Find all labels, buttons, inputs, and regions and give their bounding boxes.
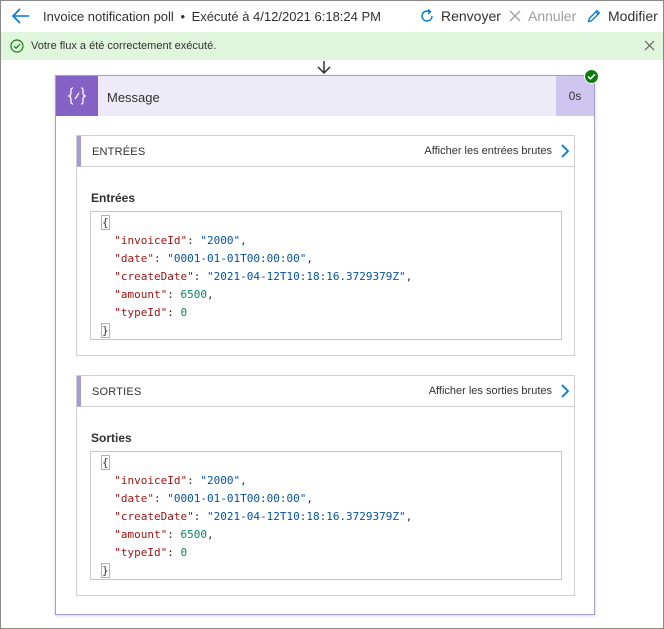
json-value: "2021-04-12T10:18:16.3729379Z" — [206, 270, 406, 283]
dismiss-icon[interactable] — [644, 40, 655, 51]
json-value: "0001-01-01T00:00:00" — [167, 252, 307, 265]
json-value: 6500 — [180, 528, 207, 541]
json-close-brace: } — [101, 563, 110, 578]
back-arrow-icon[interactable] — [11, 7, 31, 25]
check-circle-icon — [10, 39, 24, 53]
banner-message: Votre flux a été correctement exécuté. — [31, 40, 217, 52]
outputs-section: SORTIES Afficher les sorties brutes Sort… — [76, 375, 575, 596]
run-info: Exécuté à 4/12/2021 6:18:24 PM — [191, 9, 381, 24]
refresh-icon — [421, 8, 433, 22]
inputs-section-header: ENTRÉES Afficher les entrées brutes — [77, 136, 574, 167]
action-title: Message — [107, 90, 160, 105]
json-value: 0 — [180, 546, 188, 559]
json-open-brace: { — [101, 455, 110, 470]
page-title: Invoice notification poll • Exécuté à 4/… — [43, 9, 381, 24]
inputs-label: Entrées — [91, 191, 136, 205]
resubmit-label: Renvoyer — [441, 8, 501, 24]
action-card: Message 0s ENTRÉES Afficher les entrées … — [55, 75, 595, 615]
title-separator: • — [180, 9, 185, 24]
inputs-section-title: ENTRÉES — [92, 146, 146, 158]
command-bar: Invoice notification poll • Exécuté à 4/… — [1, 1, 663, 31]
chevron-right-icon — [561, 144, 570, 158]
outputs-section-title: SORTIES — [92, 386, 142, 398]
flow-name: Invoice notification poll — [43, 9, 174, 24]
pencil-icon — [587, 9, 601, 23]
success-check-icon — [584, 69, 599, 84]
json-close-brace: } — [101, 323, 110, 338]
json-value: 6500 — [180, 288, 207, 301]
json-open-brace: { — [101, 215, 110, 230]
inputs-json-view: { "invoiceId": "2000", "date": "0001-01-… — [90, 211, 562, 340]
cancel-label: Annuler — [528, 8, 577, 24]
edit-label: Modifier — [608, 8, 658, 24]
outputs-label: Sorties — [91, 431, 132, 445]
json-value: 0 — [180, 306, 188, 319]
show-raw-inputs-label: Afficher les entrées brutes — [424, 145, 552, 157]
success-banner: Votre flux a été correctement exécuté. — [1, 32, 663, 60]
outputs-section-header: SORTIES Afficher les sorties brutes — [77, 376, 574, 407]
outputs-json-view: { "invoiceId": "2000", "date": "0001-01-… — [90, 451, 562, 580]
action-card-header[interactable]: Message 0s — [56, 76, 594, 116]
chevron-right-icon — [561, 384, 570, 398]
close-icon — [509, 10, 521, 22]
inputs-section: ENTRÉES Afficher les entrées brutes Entr… — [76, 135, 575, 356]
resubmit-button[interactable]: Renvoyer — [419, 7, 501, 25]
json-value: "2021-04-12T10:18:16.3729379Z" — [206, 510, 406, 523]
show-raw-outputs-link[interactable]: Afficher les sorties brutes — [429, 384, 570, 398]
json-value: "2000" — [200, 474, 241, 487]
braces-icon — [56, 76, 98, 116]
show-raw-inputs-link[interactable]: Afficher les entrées brutes — [424, 144, 570, 158]
cancel-button[interactable]: Annuler — [508, 7, 576, 25]
edit-button[interactable]: Modifier — [586, 7, 658, 25]
json-value: "2000" — [200, 234, 241, 247]
show-raw-outputs-label: Afficher les sorties brutes — [428, 385, 552, 397]
down-arrow-icon — [317, 61, 331, 75]
json-value: "0001-01-01T00:00:00" — [167, 492, 307, 505]
